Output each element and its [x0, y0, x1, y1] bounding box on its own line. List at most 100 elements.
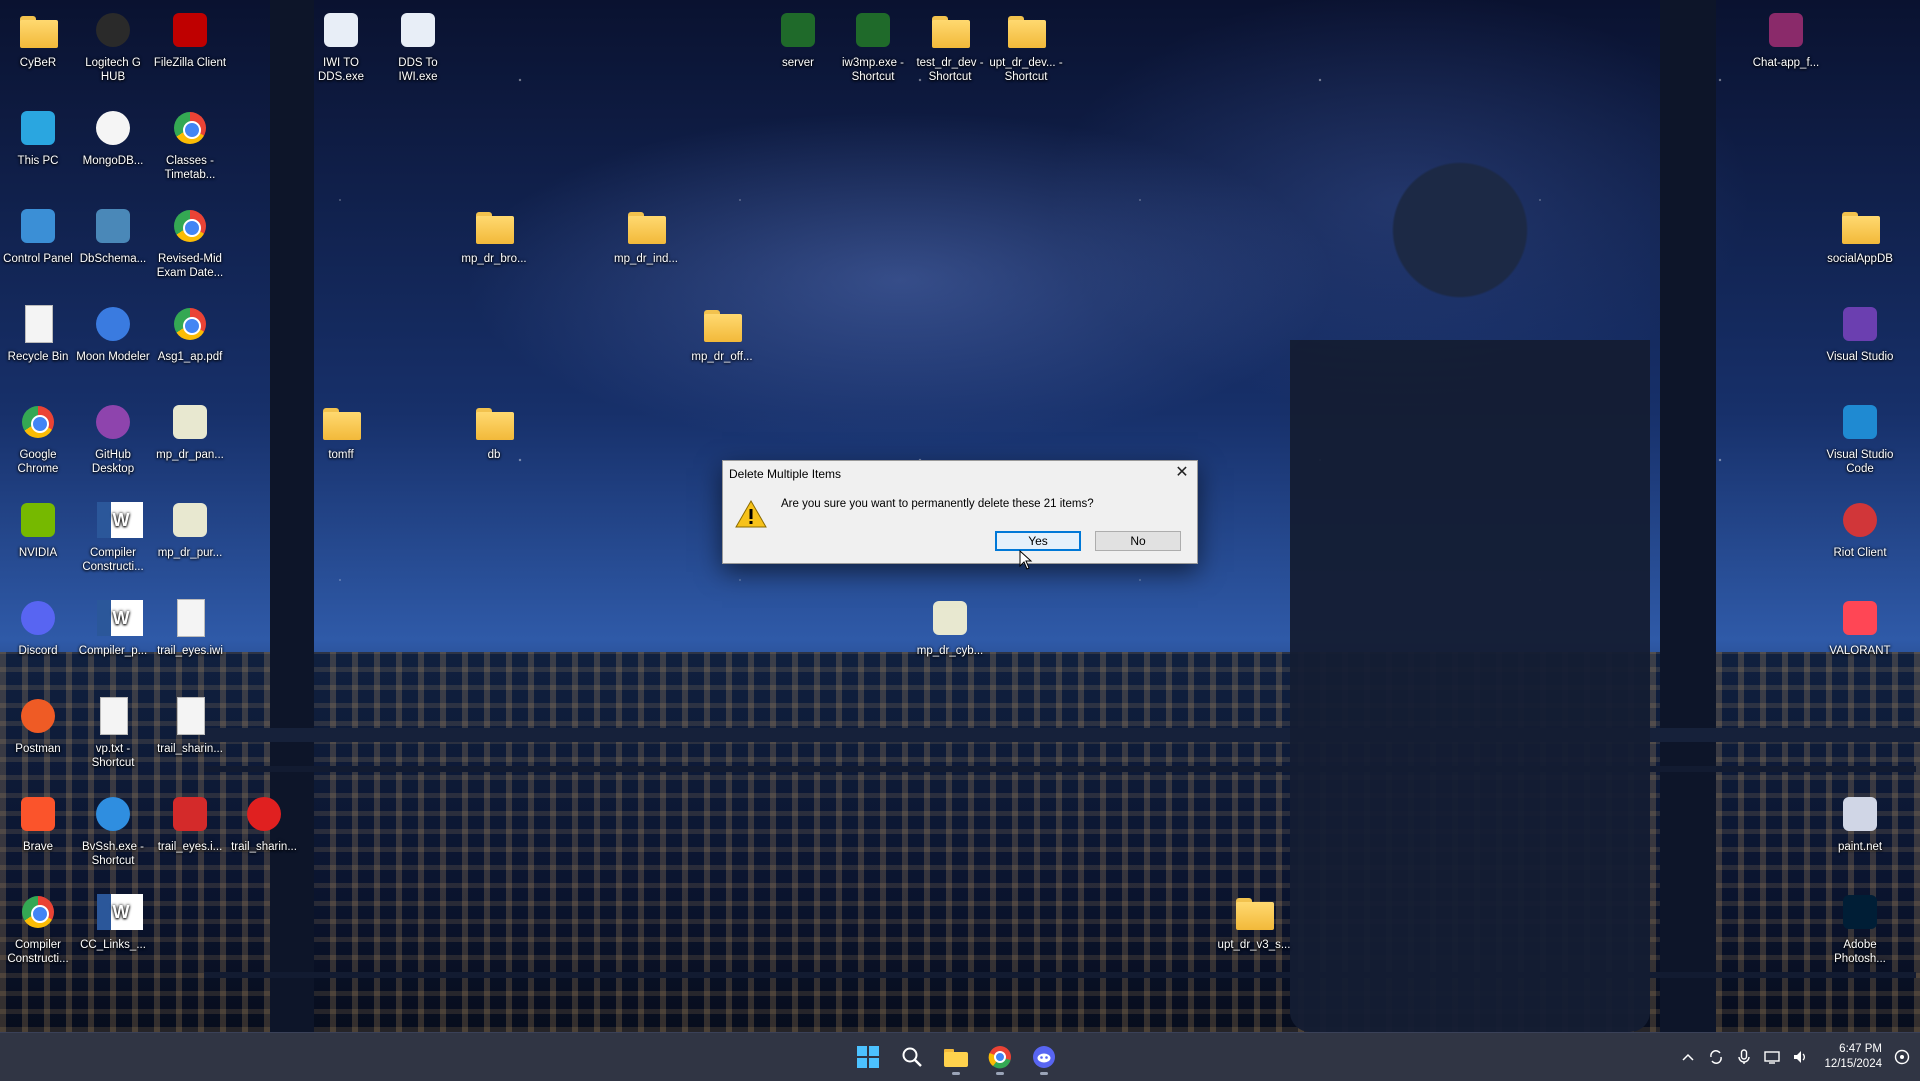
desktop-icon-label: mp_dr_pur...	[157, 547, 223, 559]
dialog-title: Delete Multiple Items	[729, 467, 842, 481]
desktop-icon-label: Compiler Constructi...	[7, 939, 69, 965]
chrome-icon	[168, 204, 212, 248]
desktop-icon[interactable]: Compiler_p...	[75, 596, 151, 658]
volume-icon[interactable]	[1786, 1043, 1814, 1071]
search-icon[interactable]	[894, 1039, 930, 1075]
desktop-icon[interactable]: mp_dr_pur...	[152, 498, 228, 560]
desktop-icon[interactable]: trail_eyes.iwi	[152, 596, 228, 658]
desktop-icon[interactable]: VALORANT	[1822, 596, 1898, 658]
desktop-icon[interactable]: trail_eyes.i...	[152, 792, 228, 854]
desktop-icon[interactable]: trail_sharin...	[152, 694, 228, 756]
desktop-icon[interactable]: CyBeR	[0, 8, 76, 70]
notifications-icon[interactable]	[1888, 1043, 1916, 1071]
chevron-up-icon[interactable]	[1674, 1043, 1702, 1071]
desktop-icon[interactable]: db	[456, 400, 532, 462]
desktop-icon[interactable]: Moon Modeler	[75, 302, 151, 364]
wallpaper-pillar	[1660, 0, 1716, 1032]
desktop-icon-label: Visual Studio Code	[1826, 449, 1894, 475]
square-icon	[16, 106, 60, 150]
desktop-icon-label: Postman	[15, 743, 61, 755]
clock[interactable]: 6:47 PM 12/15/2024	[1824, 1042, 1882, 1072]
chrome-icon	[168, 302, 212, 346]
network-icon[interactable]	[1758, 1043, 1786, 1071]
desktop-icon[interactable]: FileZilla Client	[152, 8, 228, 70]
desktop-icon[interactable]: trail_sharin...	[226, 792, 302, 854]
desktop-icon[interactable]: DDS To IWI.exe	[380, 8, 456, 84]
doc-icon	[168, 596, 212, 640]
desktop-icon-label: DbSchema...	[79, 253, 147, 265]
folder-icon	[16, 8, 60, 52]
desktop-icon[interactable]: Revised-Mid Exam Date...	[152, 204, 228, 280]
desktop-icon[interactable]: IWI TO DDS.exe	[303, 8, 379, 84]
yes-button[interactable]: Yes	[995, 531, 1081, 551]
desktop-icon[interactable]: mp_dr_off...	[684, 302, 760, 364]
desktop-icon[interactable]: BvSsh.exe - Shortcut	[75, 792, 151, 868]
desktop-icon[interactable]: Postman	[0, 694, 76, 756]
desktop-icon[interactable]: socialAppDB	[1822, 204, 1898, 266]
desktop-icon-label: Logitech G HUB	[85, 57, 141, 83]
no-button[interactable]: No	[1095, 531, 1181, 551]
desktop-icon[interactable]: vp.txt - Shortcut	[75, 694, 151, 770]
desktop-icon[interactable]: Riot Client	[1822, 498, 1898, 560]
desktop-icon[interactable]: GitHub Desktop	[75, 400, 151, 476]
desktop-icon-label: server	[782, 57, 814, 69]
desktop-icon[interactable]: upt_dr_dev... - Shortcut	[988, 8, 1064, 84]
folder-icon	[1838, 204, 1882, 248]
desktop-icon[interactable]: paint.net	[1822, 792, 1898, 854]
word-icon	[91, 498, 143, 542]
desktop-icon[interactable]: Brave	[0, 792, 76, 854]
desktop-icon[interactable]: Discord	[0, 596, 76, 658]
desktop-icon[interactable]: mp_dr_bro...	[456, 204, 532, 266]
desktop-icon[interactable]: Google Chrome	[0, 400, 76, 476]
round-icon	[16, 694, 60, 738]
folder-icon	[624, 204, 668, 248]
desktop-icon[interactable]: Chat-app_f...	[1748, 8, 1824, 70]
desktop-icon[interactable]: Adobe Photosh...	[1822, 890, 1898, 966]
warning-icon	[735, 499, 767, 528]
desktop-icon[interactable]: Recycle Bin	[0, 302, 76, 364]
desktop-icon[interactable]: MongoDB...	[75, 106, 151, 168]
desktop-icon[interactable]: DbSchema...	[75, 204, 151, 266]
desktop-icon[interactable]: Control Panel	[0, 204, 76, 266]
desktop-icon-label: IWI TO DDS.exe	[317, 57, 365, 83]
desktop-icon-label: Google Chrome	[17, 449, 59, 475]
desktop-icon[interactable]: upt_dr_v3_s...	[1216, 890, 1292, 952]
desktop-icon-label: MongoDB...	[82, 155, 144, 167]
discord-icon[interactable]	[1026, 1039, 1062, 1075]
desktop-icon-label: Chat-app_f...	[1752, 57, 1820, 69]
desktop-icon[interactable]: mp_dr_ind...	[608, 204, 684, 266]
square-icon	[168, 400, 212, 444]
desktop-icon[interactable]: Compiler Constructi...	[75, 498, 151, 574]
desktop-icon[interactable]: CC_Links_...	[75, 890, 151, 952]
file-explorer-icon[interactable]	[938, 1039, 974, 1075]
desktop-icon[interactable]: mp_dr_cyb...	[912, 596, 988, 658]
chrome-icon[interactable]	[982, 1039, 1018, 1075]
mouse-cursor-icon	[1019, 550, 1033, 570]
desktop-icon[interactable]: Visual Studio Code	[1822, 400, 1898, 476]
folder-icon	[472, 204, 516, 248]
desktop-icon[interactable]: Compiler Constructi...	[0, 890, 76, 966]
round-icon	[16, 596, 60, 640]
desktop-icon[interactable]: Visual Studio	[1822, 302, 1898, 364]
clock-date: 12/15/2024	[1824, 1058, 1882, 1070]
taskbar: 6:47 PM 12/15/2024	[0, 1032, 1920, 1081]
desktop-icon[interactable]: server	[760, 8, 836, 70]
wallpaper-character	[1290, 100, 1650, 1032]
chrome-icon	[168, 106, 212, 150]
microphone-icon[interactable]	[1730, 1043, 1758, 1071]
desktop-icon[interactable]: tomff	[303, 400, 379, 462]
desktop-icon[interactable]: iw3mp.exe - Shortcut	[835, 8, 911, 84]
desktop-icon[interactable]: Asg1_ap.pdf	[152, 302, 228, 364]
square-icon	[168, 792, 212, 836]
desktop-icon[interactable]: Classes - Timetab...	[152, 106, 228, 182]
taskbar-apps	[850, 1033, 1062, 1081]
desktop-icon[interactable]: test_dr_dev - Shortcut	[912, 8, 988, 84]
close-icon[interactable]: ✕	[1171, 463, 1193, 483]
start-icon[interactable]	[850, 1039, 886, 1075]
desktop-icon[interactable]: NVIDIA	[0, 498, 76, 560]
sync-icon[interactable]	[1702, 1043, 1730, 1071]
desktop-icon[interactable]: Logitech G HUB	[75, 8, 151, 84]
desktop-icon[interactable]: mp_dr_pan...	[152, 400, 228, 462]
desktop-icon-label: Recycle Bin	[7, 351, 69, 363]
desktop-icon[interactable]: This PC	[0, 106, 76, 168]
